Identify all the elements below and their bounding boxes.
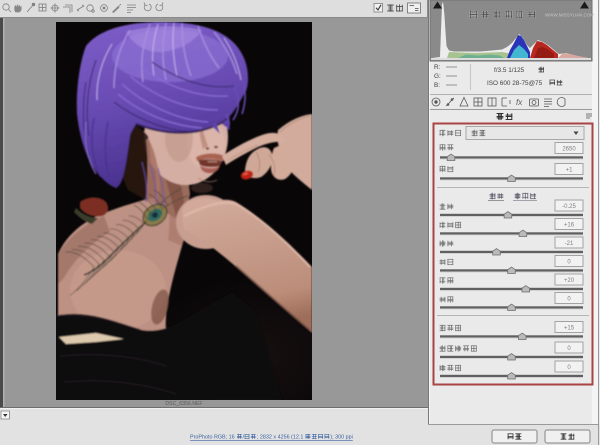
svg-text:+16: +16 bbox=[564, 223, 575, 229]
svg-text:G:: G: bbox=[434, 73, 441, 80]
svg-text:); 300 ppi: ); 300 ppi bbox=[330, 435, 352, 441]
svg-text:2650: 2650 bbox=[562, 147, 576, 153]
svg-text:ISO 600 28-75@75: ISO 600 28-75@75 bbox=[487, 80, 543, 87]
svg-text:fx: fx bbox=[516, 98, 523, 107]
svg-text:+1: +1 bbox=[566, 168, 574, 174]
svg-text:ProPhoto RGB; 16: ProPhoto RGB; 16 bbox=[190, 435, 235, 441]
svg-text:B:: B: bbox=[434, 82, 440, 89]
svg-text:+20: +20 bbox=[564, 278, 575, 284]
svg-text:-21: -21 bbox=[565, 241, 574, 247]
svg-text:f/3.5 1/125: f/3.5 1/125 bbox=[494, 67, 525, 74]
svg-text:R:: R: bbox=[434, 64, 441, 71]
svg-text:DSC_6356.NEF: DSC_6356.NEF bbox=[165, 401, 202, 407]
svg-text:-0.25: -0.25 bbox=[562, 204, 576, 210]
svg-text:; 2832 x 4256 (12.1: ; 2832 x 4256 (12.1 bbox=[257, 435, 303, 441]
svg-text:WWW.MISSYUAN.COM: WWW.MISSYUAN.COM bbox=[545, 13, 594, 18]
svg-text:+15: +15 bbox=[564, 326, 575, 332]
